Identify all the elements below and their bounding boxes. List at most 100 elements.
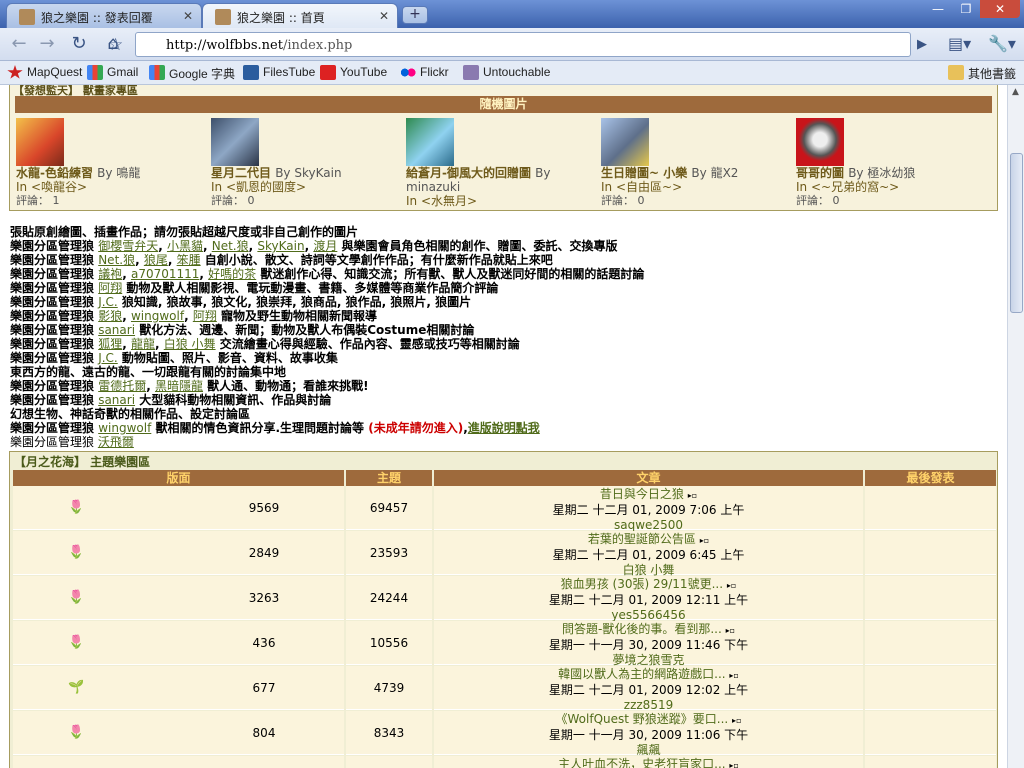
forum-row[interactable]: 🌷 9569 昔日與今日之狼 ▸▫ 星期二 十二月 01, 2009 7:06 … xyxy=(13,486,996,532)
bookmark-mapquest[interactable]: MapQuest xyxy=(7,65,82,79)
moderator-link[interactable]: 議袍 xyxy=(98,267,122,281)
vertical-scrollbar[interactable]: ▲ xyxy=(1007,85,1024,768)
last-post-time: 星期一 十一月 30, 2009 11:06 下午 xyxy=(548,728,749,742)
moderator-link[interactable]: wingwolf xyxy=(131,309,184,323)
moderator-link[interactable]: 白狼 小舞 xyxy=(164,337,216,351)
arrow-icon[interactable]: ▸▫ xyxy=(727,581,736,590)
picture-album-link[interactable]: <喚龍谷> xyxy=(31,180,87,194)
moderator-link[interactable]: 渡月 xyxy=(313,239,337,253)
forward-button[interactable]: → xyxy=(34,33,60,57)
moderator-link[interactable]: 龍龍 xyxy=(131,337,155,351)
bookmark-filestube[interactable]: FilesTube xyxy=(243,65,315,80)
moderator-link[interactable]: 雷德托爾 xyxy=(98,379,146,393)
forum-row[interactable]: 🌷 2849 若葉的聖誕節公告區 ▸▫ 星期二 十二月 01, 2009 6:4… xyxy=(13,531,996,577)
arrow-icon[interactable]: ▸▫ xyxy=(700,536,709,545)
moderator-link[interactable]: 小黑貓 xyxy=(167,239,203,253)
forum-row[interactable]: 主人叶血不洗，史老狂盲家口... ▸▫ xyxy=(13,756,996,768)
moderator-link[interactable]: 好嗎的茶 xyxy=(208,267,256,281)
moderator-link[interactable]: SkyKain xyxy=(257,239,304,253)
minimize-button[interactable]: — xyxy=(924,0,952,18)
tab-reply[interactable]: 狼之樂園 :: 發表回覆 ✕ xyxy=(6,3,202,28)
moderator-link[interactable]: 黑暗隱龍 xyxy=(155,379,203,393)
last-post-link[interactable]: 若葉的聖誕節公告區 xyxy=(588,532,700,546)
scrollbar-thumb[interactable] xyxy=(1010,153,1023,313)
moderator-link[interactable]: 影狼 xyxy=(98,309,122,323)
last-post-user[interactable]: 飆飆 xyxy=(636,743,660,757)
page-menu-icon[interactable]: ▤▾ xyxy=(948,34,971,53)
last-post-link[interactable]: 昔日與今日之狼 xyxy=(600,487,688,501)
last-post-link[interactable]: 主人叶血不洗，史老狂盲家口... xyxy=(558,757,729,768)
last-post-link[interactable]: 韓國以獸人為主的網路遊戲口... xyxy=(558,667,729,681)
picture-thumbnail[interactable] xyxy=(406,118,454,166)
bookmark-google-dictionary[interactable]: Google 字典 xyxy=(149,65,235,82)
forum-row[interactable]: 🌱 677 韓國以獸人為主的網路遊戲口... ▸▫ 星期二 十二月 01, 20… xyxy=(13,666,996,712)
arrow-icon[interactable]: ▸▫ xyxy=(688,491,697,500)
picture-thumbnail[interactable] xyxy=(601,118,649,166)
arrow-icon[interactable]: ▸▫ xyxy=(726,626,735,635)
close-icon[interactable]: ✕ xyxy=(379,9,389,23)
forum-row[interactable]: 🌷 3263 狼血男孩 (30張) 29/11號更... ▸▫ 星期二 十二月 … xyxy=(13,576,996,622)
last-post-link[interactable]: 狼血男孩 (30張) 29/11號更... xyxy=(561,577,727,591)
go-icon[interactable]: ▶ xyxy=(917,37,927,52)
moderator-link[interactable]: 阿翔 xyxy=(193,309,217,323)
close-icon[interactable]: ✕ xyxy=(183,9,193,23)
picture-item[interactable]: 水龍-色鉛練習 By 鳴龍 In <喚龍谷> 評論： 1 xyxy=(16,118,206,207)
reload-button[interactable]: ↻ xyxy=(66,33,92,57)
bookmark-untouchable[interactable]: Untouchable xyxy=(463,65,550,80)
desc-line: 樂園分區管理狼 sanari 獸化方法、週邊、新聞；動物及獸人布偶裝Costum… xyxy=(10,323,475,337)
last-post-cell: 昔日與今日之狼 ▸▫ 星期二 十二月 01, 2009 7:06 上午 saqw… xyxy=(434,486,863,532)
bookmark-gmail[interactable]: Gmail xyxy=(87,65,138,80)
forum-row[interactable]: 🌷 804 《WolfQuest 野狼迷蹤》要口... ▸▫ 星期一 十一月 3… xyxy=(13,711,996,757)
last-post-user[interactable]: zzz8519 xyxy=(624,698,673,712)
moderator-link[interactable]: 狐狸 xyxy=(98,337,122,351)
last-post-user[interactable]: yes5566456 xyxy=(611,608,685,622)
picture-item[interactable]: 星月二代目 By SkyKain In <凱恩的國度> 評論： 0 xyxy=(211,118,401,207)
window-close-button[interactable]: ✕ xyxy=(980,0,1020,18)
moderator-link[interactable]: 狼尾 xyxy=(144,253,168,267)
picture-thumbnail[interactable] xyxy=(211,118,259,166)
bookmark-star-icon[interactable]: ☆ xyxy=(108,35,123,55)
arrow-icon[interactable]: ▸▫ xyxy=(729,671,738,680)
last-post-time: 星期二 十二月 01, 2009 6:45 上午 xyxy=(552,548,745,562)
picture-thumbnail[interactable] xyxy=(796,118,844,166)
picture-album-link[interactable]: <自由區~> xyxy=(616,180,682,194)
back-button[interactable]: ← xyxy=(6,33,32,57)
last-post-user[interactable]: saqwe2500 xyxy=(614,518,683,532)
arrow-icon[interactable]: ▸▫ xyxy=(732,716,741,725)
picture-thumbnail[interactable] xyxy=(16,118,64,166)
moderator-link[interactable]: sanari xyxy=(98,393,135,407)
moderator-link[interactable]: Net.狼 xyxy=(98,253,135,267)
moderator-link[interactable]: 笨腫 xyxy=(177,253,201,267)
picture-album-link[interactable]: <水無月> xyxy=(421,194,477,208)
other-bookmarks[interactable]: 其他書籤 xyxy=(948,65,1016,82)
moderator-link[interactable]: 沃飛爾 xyxy=(98,435,134,449)
moderator-link[interactable]: 阿翔 xyxy=(98,281,122,295)
moderator-link[interactable]: wingwolf xyxy=(98,421,151,435)
last-post-link[interactable]: 問答題-獸化後的事。看到那... xyxy=(562,622,726,636)
wrench-icon[interactable]: 🔧▾ xyxy=(988,34,1016,53)
bookmark-flickr[interactable]: Flickr xyxy=(400,65,449,80)
new-tab-button[interactable]: + xyxy=(402,6,428,24)
last-post-link[interactable]: 《WolfQuest 野狼迷蹤》要口... xyxy=(556,712,733,726)
moderator-link[interactable]: Net.狼 xyxy=(212,239,249,253)
picture-album-link[interactable]: <~兄弟的窩~> xyxy=(811,180,899,194)
picture-album-link[interactable]: <凱恩的國度> xyxy=(226,180,306,194)
tab-home[interactable]: 狼之樂園 :: 首頁 ✕ xyxy=(202,3,398,28)
forum-row[interactable]: 🌷 436 問答題-獸化後的事。看到那... ▸▫ 星期一 十一月 30, 20… xyxy=(13,621,996,667)
bookmark-youtube[interactable]: YouTube xyxy=(320,65,387,80)
picture-item[interactable]: 給蒼月-御風大的回贈圖 By minazuki In <水無月> xyxy=(406,118,596,208)
last-post-user[interactable]: 夢境之狼雪克 xyxy=(612,653,684,667)
restore-button[interactable]: ❐ xyxy=(952,0,980,18)
moderator-link[interactable]: J.C. xyxy=(98,295,118,309)
picture-item[interactable]: 哥哥的圖 By 極冰幼狼 In <~兄弟的窩~> 評論： 0 xyxy=(796,118,986,207)
arrow-icon[interactable]: ▸▫ xyxy=(729,761,738,768)
moderator-link[interactable]: J.C. xyxy=(98,351,118,365)
scroll-up-icon[interactable]: ▲ xyxy=(1012,87,1019,97)
moderator-link[interactable]: 御櫻雪弁天 xyxy=(98,239,158,253)
moderator-link[interactable]: a70701111 xyxy=(131,267,199,281)
last-post-user[interactable]: 白狼 小舞 xyxy=(623,563,675,577)
moderator-link[interactable]: sanari xyxy=(98,323,135,337)
picture-item[interactable]: 生日贈圖~ 小樂 By 龍X2 In <自由區~> 評論： 0 xyxy=(601,118,791,207)
address-bar[interactable]: ☆ http://wolfbbs.net/index.php xyxy=(108,32,911,57)
board-rules-link[interactable]: 進版說明點我 xyxy=(468,421,540,435)
